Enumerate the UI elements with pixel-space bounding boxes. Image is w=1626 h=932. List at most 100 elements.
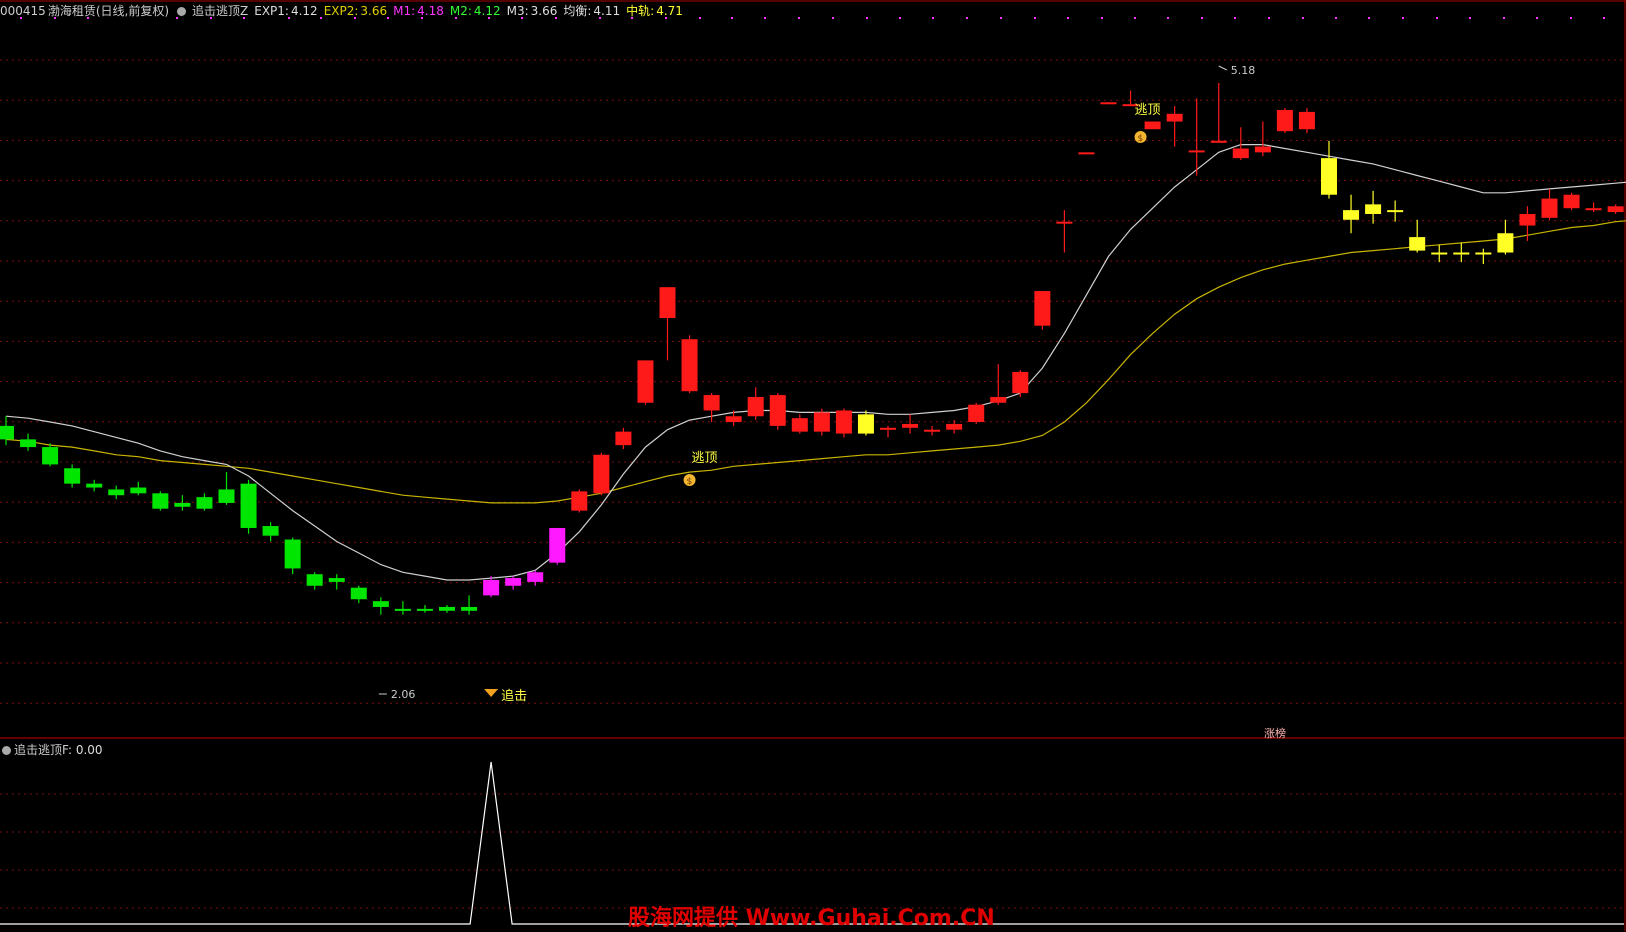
top-marker <box>832 17 834 19</box>
candle-body[interactable] <box>461 606 478 611</box>
chase-diamond-icon <box>484 689 499 697</box>
candle-body[interactable] <box>1254 146 1271 153</box>
top-marker <box>1469 17 1471 19</box>
candle-body[interactable] <box>152 493 169 509</box>
candle-body[interactable] <box>571 491 588 511</box>
top-marker <box>54 17 56 19</box>
candle-body[interactable] <box>1387 210 1404 213</box>
candle-body[interactable] <box>1365 204 1382 214</box>
candle-body[interactable] <box>1100 102 1117 105</box>
top-marker <box>320 17 322 19</box>
top-marker <box>1603 17 1605 19</box>
top-marker <box>288 17 290 19</box>
candle-body[interactable] <box>880 427 896 430</box>
candle-body[interactable] <box>483 579 500 596</box>
candle-body[interactable] <box>791 418 808 432</box>
chase-label: 追击 <box>501 688 527 704</box>
candle-body[interactable] <box>394 608 411 611</box>
candle-body[interactable] <box>328 578 345 582</box>
watermark: 股海网提供 Www.Guhai.Com.CN <box>628 906 995 931</box>
candle-body[interactable] <box>857 414 874 434</box>
candle-body[interactable] <box>1541 198 1558 218</box>
candle-body[interactable] <box>703 395 720 411</box>
candle-body[interactable] <box>306 574 323 586</box>
candle-body[interactable] <box>416 608 433 611</box>
candle-body[interactable] <box>1166 113 1183 122</box>
candle-body[interactable] <box>1519 213 1536 226</box>
candle-body[interactable] <box>262 526 279 536</box>
candle-body[interactable] <box>350 587 367 600</box>
top-marker <box>1234 17 1236 19</box>
candle-body[interactable] <box>1276 109 1293 132</box>
candle-body[interactable] <box>240 483 257 528</box>
candle-body[interactable] <box>1321 158 1337 195</box>
candle-body[interactable] <box>64 468 81 484</box>
top-marker <box>866 17 868 19</box>
candle-body[interactable] <box>1188 150 1205 153</box>
top-marker <box>731 17 733 19</box>
candle-body[interactable] <box>439 606 455 611</box>
candle-body[interactable] <box>42 447 59 465</box>
candle-body[interactable] <box>196 497 213 509</box>
candle-body[interactable] <box>747 396 764 417</box>
candle-body[interactable] <box>593 454 610 494</box>
candle-body[interactable] <box>813 412 830 432</box>
candle-body[interactable] <box>924 429 941 432</box>
candle-body[interactable] <box>615 431 632 446</box>
candle-body[interactable] <box>20 439 37 448</box>
candle-body[interactable] <box>1210 140 1227 143</box>
top-marker <box>1067 17 1069 19</box>
top-marker <box>764 17 766 19</box>
top-marker <box>1034 17 1036 19</box>
candle-body[interactable] <box>725 416 742 423</box>
escape-top-label-2: 逃顶 <box>1135 103 1161 118</box>
top-marker <box>20 17 22 19</box>
price-chart[interactable]: 逃顶 $ 逃顶 $ 追击 2.06 5.18 涨榜 <box>0 0 1626 931</box>
candle-body[interactable] <box>835 410 852 434</box>
candle-body[interactable] <box>505 578 522 586</box>
candle-body[interactable] <box>86 483 103 488</box>
candle-body[interactable] <box>108 489 125 496</box>
top-marker <box>243 17 245 19</box>
candle-body[interactable] <box>1475 252 1492 255</box>
candle-body[interactable] <box>769 395 786 426</box>
candle-body[interactable] <box>681 339 698 392</box>
candle-body[interactable] <box>946 423 963 430</box>
candle-body[interactable] <box>1298 111 1315 130</box>
candle-body[interactable] <box>527 572 544 582</box>
candle-body[interactable] <box>990 396 1007 403</box>
candle-body[interactable] <box>659 287 676 319</box>
candle-body[interactable] <box>1563 194 1580 209</box>
candle-body[interactable] <box>174 502 191 507</box>
candle-body[interactable] <box>1034 291 1051 326</box>
top-marker <box>1402 17 1404 19</box>
top-marker <box>1167 17 1169 19</box>
candle-body[interactable] <box>1607 206 1624 213</box>
candle-body[interactable] <box>1012 371 1029 394</box>
candle-body[interactable] <box>372 601 389 607</box>
candle-body[interactable] <box>1144 121 1161 130</box>
candle-body[interactable] <box>968 404 985 423</box>
candle-body[interactable] <box>1078 152 1095 155</box>
top-marker <box>1302 17 1304 19</box>
candle-body[interactable] <box>1497 233 1514 253</box>
candle-body[interactable] <box>902 423 919 428</box>
candle-body[interactable] <box>637 360 654 403</box>
top-marker <box>210 17 212 19</box>
candle-body[interactable] <box>1453 252 1470 255</box>
candle-body[interactable] <box>218 489 235 503</box>
candle-body[interactable] <box>1343 210 1360 220</box>
candle-body[interactable] <box>1431 252 1448 255</box>
candle-body[interactable] <box>284 539 301 569</box>
high-price-label: 5.18 <box>1231 64 1256 77</box>
candle-body[interactable] <box>549 527 566 563</box>
candle-body[interactable] <box>1232 148 1249 159</box>
candle-body[interactable] <box>130 487 147 494</box>
candle-body[interactable] <box>1056 221 1073 224</box>
top-marker <box>1503 17 1505 19</box>
top-marker <box>1368 17 1370 19</box>
candle-body[interactable] <box>0 425 14 440</box>
high-price-arrow <box>1218 65 1227 71</box>
candle-body[interactable] <box>1585 208 1602 211</box>
candle-body[interactable] <box>1409 237 1426 251</box>
